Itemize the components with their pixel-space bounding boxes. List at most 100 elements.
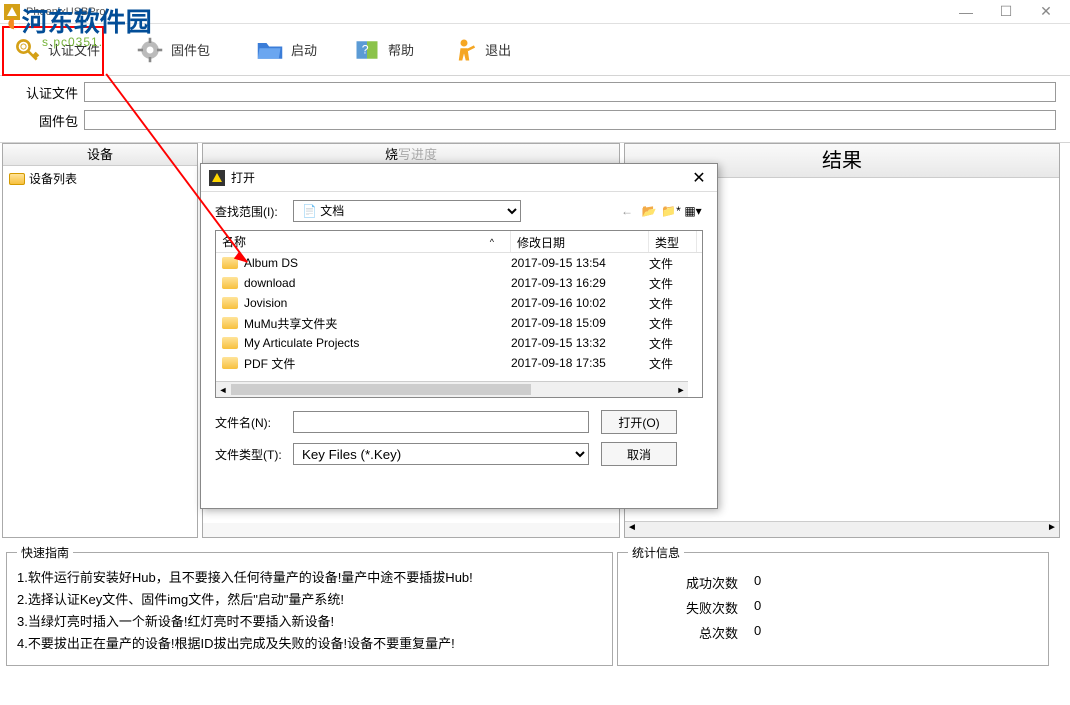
file-row[interactable]: Jovision2017-09-16 10:02文件 [216,293,702,313]
file-type: 文件 [649,255,697,272]
exit-label: 退出 [485,40,511,59]
fw-path-input[interactable] [84,110,1056,130]
filetype-label: 文件类型(T): [215,446,293,463]
file-row[interactable]: download 2017-09-13 16:29文件 [216,273,702,293]
fail-value: 0 [754,598,761,617]
file-row[interactable]: MuMu共享文件夹 2017-09-18 15:09文件 [216,313,702,333]
book-icon: ? [352,35,382,65]
file-date: 2017-09-16 10:02 [511,296,649,310]
total-value: 0 [754,623,761,642]
folder-icon [9,173,25,185]
file-name: Album DS [244,256,298,270]
filename-input[interactable] [293,411,589,433]
dialog-titlebar: 打开 ✕ [201,164,717,192]
file-name: PDF 文件 [244,355,295,372]
help-button[interactable]: ? 帮助 [352,35,414,65]
firmware-button[interactable]: 固件包 [135,35,210,65]
new-folder-button[interactable]: 📁* [661,201,681,221]
dialog-close-button[interactable]: ✕ [689,168,709,188]
file-row[interactable]: Album DS 2017-09-15 13:54文件 [216,253,702,273]
folder-icon [222,257,238,269]
device-list-root[interactable]: 设备列表 [9,170,191,187]
file-list: 名称^ 修改日期 类型 Album DS2017-09-15 13:54文件do… [215,230,703,398]
auth-path-input[interactable] [84,82,1056,102]
device-header: 设备 [3,144,197,166]
app-title: PhoenixUSBPro [26,6,946,18]
app-icon [4,4,20,20]
up-folder-button[interactable]: 📂 [639,201,659,221]
file-list-header: 名称^ 修改日期 类型 [216,231,702,253]
auth-file-button[interactable]: 认证文件 [12,35,100,65]
device-panel: 设备 设备列表 [2,143,198,538]
fw-path-label: 固件包 [14,111,78,130]
total-label: 总次数 [628,623,738,642]
folder-icon [222,337,238,349]
bottom-panels: 快速指南 1.软件运行前安装好Hub，且不要接入任何待量产的设备!量产中途不要插… [0,538,1070,672]
stats-legend: 统计信息 [628,544,684,561]
fail-label: 失败次数 [628,598,738,617]
maximize-button[interactable]: ☐ [986,0,1026,24]
file-date: 2017-09-15 13:54 [511,256,649,270]
titlebar: PhoenixUSBPro — ☐ ✕ [0,0,1070,24]
file-date: 2017-09-18 17:35 [511,356,649,370]
device-tree[interactable]: 设备列表 [3,166,197,537]
ok-label: 成功次数 [628,573,738,592]
folder-icon [222,357,238,369]
cancel-button[interactable]: 取消 [601,442,677,466]
close-button[interactable]: ✕ [1026,0,1066,24]
toolbar: 认证文件 固件包 启动 ? 帮助 退出 [0,24,1070,76]
dialog-icon [209,170,225,186]
file-type: 文件 [649,335,697,352]
file-list-scrollbar[interactable]: ◄ ► [216,381,688,397]
col-type[interactable]: 类型 [649,231,697,252]
start-button[interactable]: 启动 [255,35,317,65]
minimize-button[interactable]: — [946,0,986,24]
file-name: download [244,276,295,290]
scroll-left-icon[interactable]: ◄ [625,522,639,537]
guide-item: 4.不要拔出正在量产的设备!根据ID拔出完成及失败的设备!设备不要重复量产! [17,633,602,655]
open-file-dialog: 打开 ✕ 查找范围(I): 📄 文档 ← 📂 📁* ▦▾ 名称^ 修改日期 类型… [200,163,718,509]
folder-icon [222,317,238,329]
result-scrollbar[interactable]: ◄ ► [625,521,1059,537]
ok-value: 0 [754,573,761,592]
col-date[interactable]: 修改日期 [511,231,649,252]
svg-text:?: ? [362,42,369,56]
scroll-left-icon[interactable]: ◄ [216,385,230,395]
lookin-select[interactable]: 📄 文档 [293,200,521,222]
view-menu-button[interactable]: ▦▾ [683,201,703,221]
file-name: Jovision [244,296,287,310]
open-button[interactable]: 打开(O) [601,410,677,434]
start-label: 启动 [291,40,317,59]
file-date: 2017-09-15 13:32 [511,336,649,350]
folder-launch-icon [255,35,285,65]
auth-path-label: 认证文件 [14,83,78,102]
stats-panel: 统计信息 成功次数 0 失败次数 0 总次数 0 [617,544,1049,666]
col-name[interactable]: 名称^ [216,231,511,252]
file-row[interactable]: My Articulate Projects2017-09-15 13:32文件 [216,333,702,353]
gear-icon [135,35,165,65]
exit-button[interactable]: 退出 [449,35,511,65]
file-type: 文件 [649,275,697,292]
person-exit-icon [449,35,479,65]
file-date: 2017-09-18 15:09 [511,316,649,330]
filetype-select[interactable]: Key Files (*.Key) [293,443,589,465]
filename-label: 文件名(N): [215,414,293,431]
back-button[interactable]: ← [617,201,637,221]
device-list-label: 设备列表 [29,170,77,187]
lookin-label: 查找范围(I): [215,203,293,220]
key-icon [12,35,42,65]
folder-icon [222,297,238,309]
file-date: 2017-09-13 16:29 [511,276,649,290]
file-type: 文件 [649,315,697,332]
auth-label: 认证文件 [48,40,100,59]
scroll-right-icon[interactable]: ► [1045,522,1059,537]
scroll-right-icon[interactable]: ► [674,385,688,395]
file-list-body[interactable]: Album DS2017-09-15 13:54文件download2017-0… [216,253,702,379]
guide-panel: 快速指南 1.软件运行前安装好Hub，且不要接入任何待量产的设备!量产中途不要插… [6,544,613,666]
file-row[interactable]: PDF 文件2017-09-18 17:35文件 [216,353,702,373]
guide-item: 1.软件运行前安装好Hub，且不要接入任何待量产的设备!量产中途不要插拔Hub! [17,567,602,589]
path-section: 认证文件 固件包 [0,76,1070,143]
folder-icon [222,277,238,289]
guide-item: 2.选择认证Key文件、固件img文件，然后"启动"量产系统! [17,589,602,611]
file-name: MuMu共享文件夹 [244,315,337,332]
